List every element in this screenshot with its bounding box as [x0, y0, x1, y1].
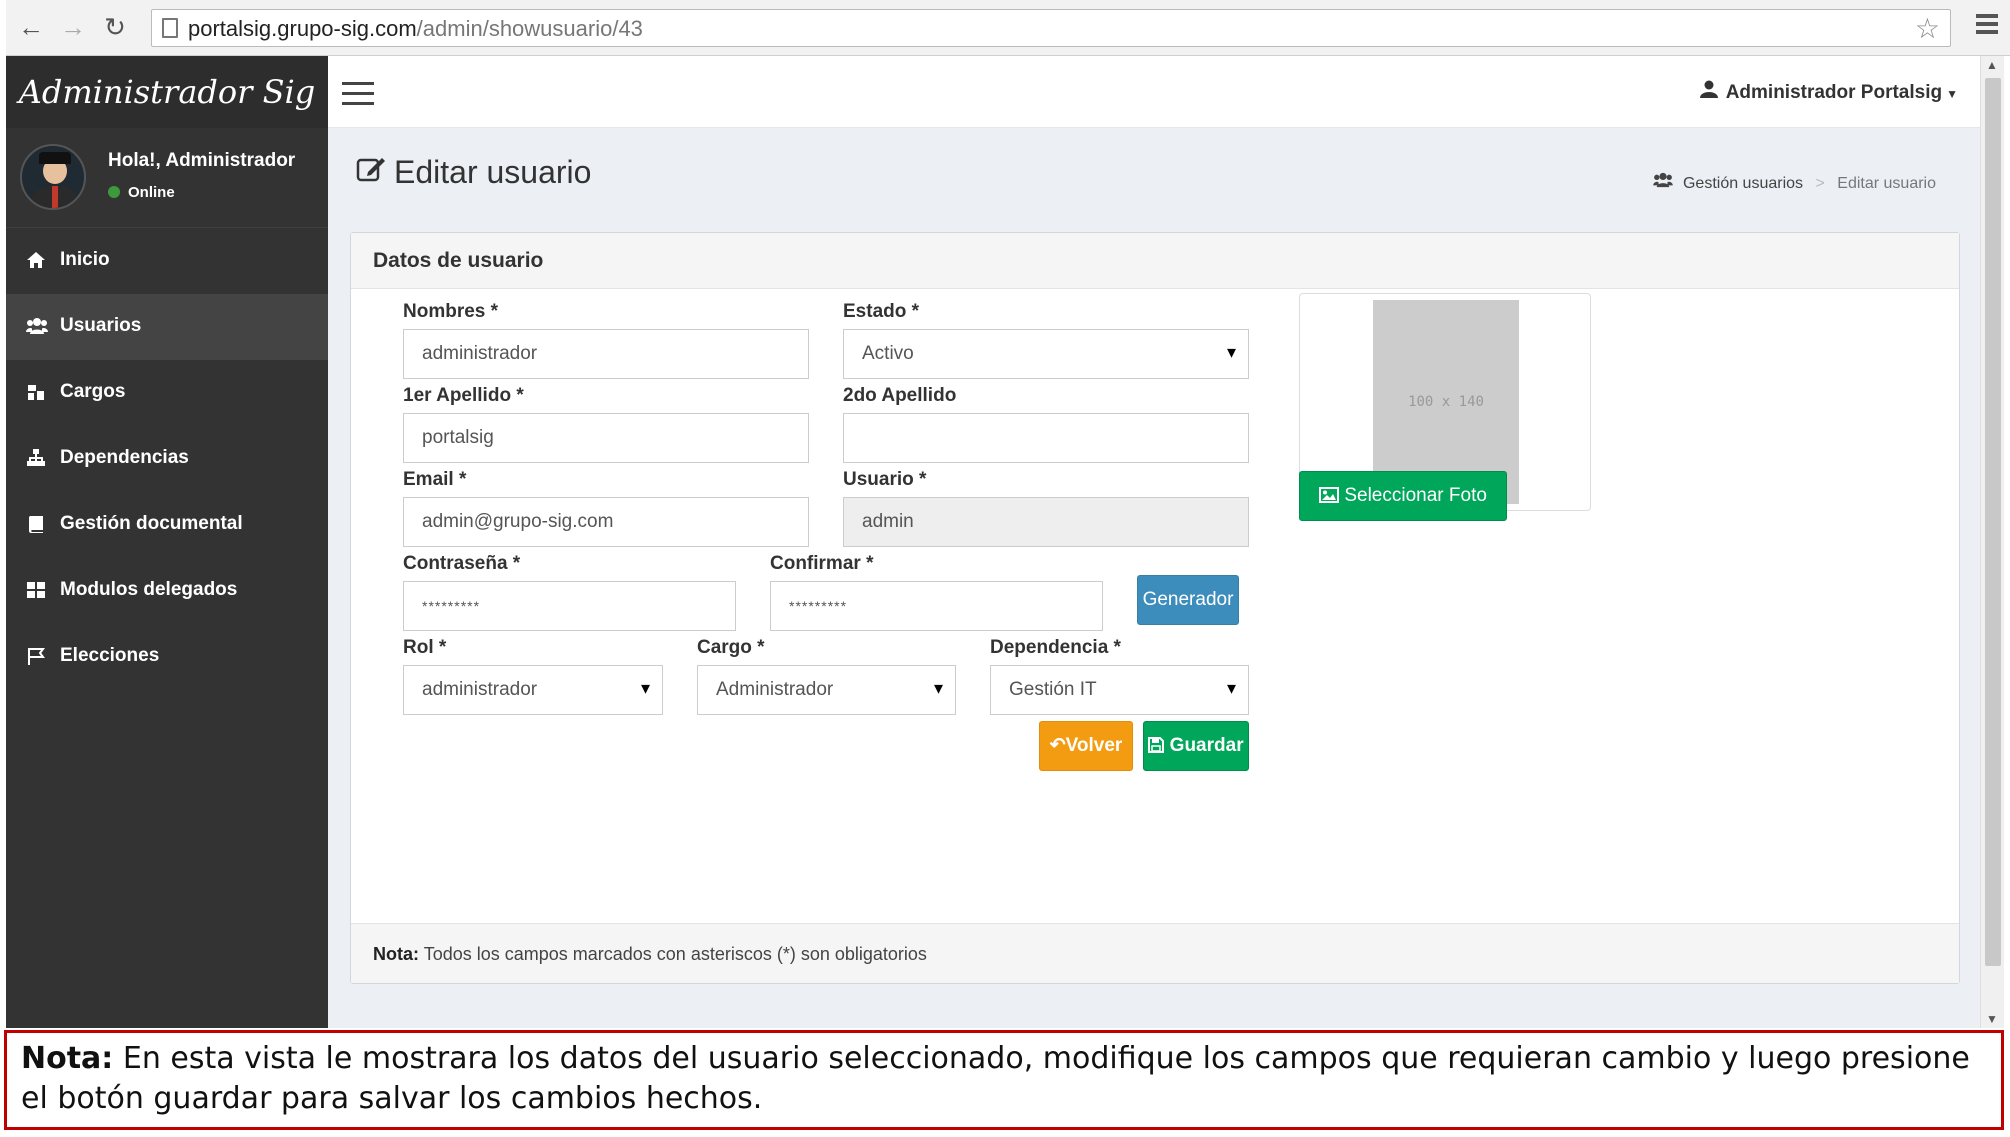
password-input[interactable]: *********: [403, 581, 736, 631]
scroll-down-icon[interactable]: ▼: [1986, 1012, 1998, 1026]
rol-select[interactable]: administrador: [403, 665, 663, 715]
save-button[interactable]: Guardar: [1143, 721, 1249, 771]
back-arrow-icon[interactable]: ←: [14, 10, 48, 44]
sidebar-item-label: Gestión documental: [60, 513, 243, 534]
online-status: Online: [108, 184, 175, 201]
back-button[interactable]: ↶Volver: [1039, 721, 1133, 771]
address-bar[interactable]: portalsig.grupo-sig.com/admin/showusuari…: [151, 9, 1951, 47]
page-scrollbar[interactable]: ▲ ▼: [1980, 56, 2004, 1028]
dependencia-select[interactable]: Gestión IT: [990, 665, 1249, 715]
sidebar-item-label: Cargos: [60, 381, 126, 402]
sidebar-item-usuarios[interactable]: Usuarios: [6, 294, 328, 360]
user-panel: Hola!, Administrador Online: [6, 128, 328, 228]
caret-down-icon: ▼: [1946, 87, 1958, 101]
avatar: [20, 144, 86, 210]
confirm-password-input[interactable]: *********: [770, 581, 1103, 631]
scroll-up-icon[interactable]: ▲: [1986, 58, 1998, 72]
breadcrumb-link[interactable]: Gestión usuarios: [1683, 175, 1803, 192]
breadcrumb-current: Editar usuario: [1837, 175, 1936, 192]
page-title: Editar usuario: [356, 154, 591, 191]
apellido2-label: 2do Apellido: [843, 385, 957, 406]
sitemap-icon: [26, 382, 46, 402]
sidebar-item-dependencias[interactable]: Dependencias: [6, 426, 328, 492]
sidebar: Administrador Sig Hola!, Administrador O…: [6, 56, 328, 1028]
sidebar-item-modulos-delegados[interactable]: Modulos delegados: [6, 558, 328, 624]
apellido2-input[interactable]: [843, 413, 1249, 463]
forward-arrow-icon[interactable]: →: [56, 10, 90, 44]
password-label: Contraseña *: [403, 553, 521, 574]
user-form-box: Datos de usuario Nombres * administrador…: [350, 232, 1960, 984]
floppy-disk-icon: [1148, 735, 1169, 756]
flag-icon: [26, 646, 46, 666]
user-menu[interactable]: Administrador Portalsig ▼: [1699, 80, 1958, 104]
sidebar-toggle-icon[interactable]: [342, 82, 374, 112]
apellido1-label: 1er Apellido *: [403, 385, 524, 406]
top-navbar: Administrador Portalsig ▼: [328, 56, 1980, 128]
sidebar-item-cargos[interactable]: Cargos: [6, 360, 328, 426]
reply-icon: ↶: [1049, 735, 1066, 756]
url-text: portalsig.grupo-sig.com/admin/showusuari…: [188, 16, 643, 41]
usuario-label: Usuario *: [843, 469, 927, 490]
book-icon: [26, 514, 46, 534]
sidebar-item-elecciones[interactable]: Elecciones: [6, 624, 328, 690]
sidebar-item-label: Elecciones: [60, 645, 160, 666]
online-dot-icon: [108, 186, 120, 198]
nombres-input[interactable]: administrador: [403, 329, 809, 379]
user-greeting: Hola!, Administrador: [108, 150, 296, 171]
image-icon: [1319, 485, 1344, 506]
dependencia-label: Dependencia *: [990, 637, 1121, 658]
browser-toolbar: ← → ↻ portalsig.grupo-sig.com/admin/show…: [6, 0, 2010, 56]
app-logo[interactable]: Administrador Sig: [6, 56, 328, 128]
estado-label: Estado *: [843, 301, 920, 322]
required-fields-note: Nota: Todos los campos marcados con aste…: [373, 944, 927, 964]
edit-icon: [356, 154, 386, 191]
sidebar-item-gestion-documental[interactable]: Gestión documental: [6, 492, 328, 558]
confirm-label: Confirmar *: [770, 553, 874, 574]
email-input[interactable]: admin@grupo-sig.com: [403, 497, 809, 547]
generator-button[interactable]: Generador: [1137, 575, 1239, 625]
breadcrumb: Gestión usuarios > Editar usuario: [1652, 172, 1936, 193]
page-icon: [162, 18, 178, 38]
sidebar-item-label: Modulos delegados: [60, 579, 238, 600]
cargo-select[interactable]: Administrador: [697, 665, 956, 715]
sidebar-item-inicio[interactable]: Inicio: [6, 228, 328, 294]
sidebar-item-label: Dependencias: [60, 447, 189, 468]
box-header: Datos de usuario: [351, 233, 1959, 289]
email-label: Email *: [403, 469, 467, 490]
bookmark-star-icon[interactable]: ☆: [1915, 12, 1940, 45]
cargo-label: Cargo *: [697, 637, 765, 658]
user-menu-label: Administrador Portalsig: [1725, 82, 1943, 103]
rol-label: Rol *: [403, 637, 447, 658]
scroll-thumb[interactable]: [1985, 78, 2001, 966]
nombres-label: Nombres *: [403, 301, 499, 322]
usuario-input: admin: [843, 497, 1249, 547]
users-icon: [26, 316, 48, 336]
box-footer: Nota: Todos los campos marcados con aste…: [351, 923, 1959, 983]
page-header: Editar usuario Gestión usuarios > Editar…: [328, 128, 1980, 218]
reload-icon[interactable]: ↻: [98, 10, 132, 44]
instruction-note: Nota: En esta vista le mostrara los dato…: [4, 1030, 2004, 1130]
main-content: Administrador Portalsig ▼ Editar usuario …: [328, 56, 1980, 1028]
home-icon: [26, 250, 46, 270]
apellido1-input[interactable]: portalsig: [403, 413, 809, 463]
user-icon: [1699, 80, 1718, 104]
select-photo-button[interactable]: Seleccionar Foto: [1299, 471, 1507, 521]
sidebar-item-label: Inicio: [60, 249, 110, 270]
users-icon: [1652, 172, 1677, 192]
sidebar-item-label: Usuarios: [60, 315, 142, 336]
estado-select[interactable]: Activo: [843, 329, 1249, 379]
hierarchy-icon: [26, 448, 46, 468]
grid-icon: [26, 580, 46, 600]
box-title: Datos de usuario: [373, 249, 544, 272]
browser-menu-icon[interactable]: [1976, 14, 1998, 38]
